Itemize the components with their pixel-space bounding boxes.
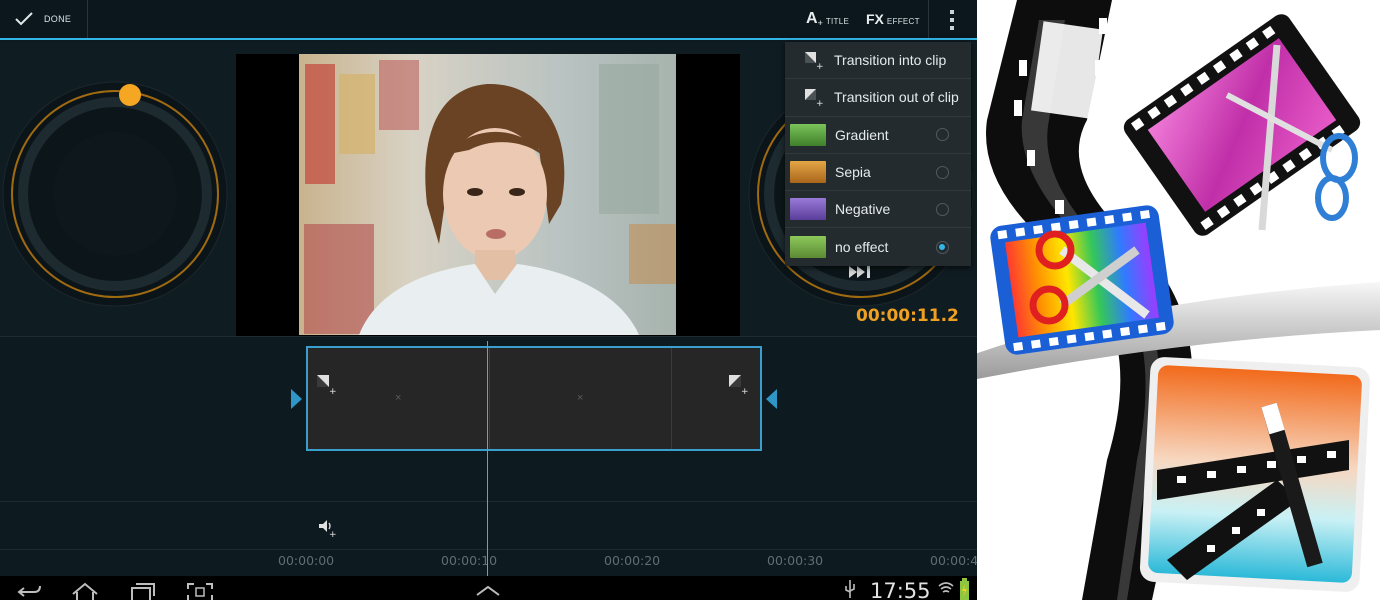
sepia-thumbnail-icon <box>790 161 826 184</box>
time-tick-label: 00:00:20 <box>604 553 661 568</box>
screenshot-collage: DONE A + TITLE FX EFFECT 00:00:11.2 + Tr… <box>0 0 1380 600</box>
video-clip-track[interactable]: + × × + <box>306 346 762 451</box>
no-effect-thumbnail-icon <box>790 236 826 259</box>
menu-item-label: Transition into clip <box>834 52 947 69</box>
usb-icon <box>845 580 855 598</box>
film-wand-icon <box>1139 357 1370 592</box>
timecode-display: 00:00:11.2 <box>856 306 959 326</box>
transition-in-icon: + <box>805 52 823 70</box>
chevron-up-icon[interactable] <box>474 584 502 596</box>
svg-text:+: + <box>329 530 337 537</box>
done-label: DONE <box>44 14 72 24</box>
track-divider <box>0 501 977 502</box>
time-tick-label: 00:00:10 <box>441 553 498 568</box>
timeline: + × × + + 00:00:00 00:00:10 00:00:20 00:… <box>0 336 977 581</box>
svg-text:+: + <box>329 387 337 395</box>
fx-glyph-icon: FX <box>866 11 884 27</box>
negative-thumbnail-icon <box>790 198 826 221</box>
radio-button[interactable] <box>936 202 949 216</box>
radio-button-selected[interactable] <box>936 240 949 254</box>
clip-divider <box>489 348 490 449</box>
video-editing-clipart <box>977 0 1380 600</box>
menu-item-gradient[interactable]: Gradient <box>785 117 971 154</box>
add-title-button[interactable]: A + TITLE <box>806 0 849 38</box>
film-scissors-icon-rainbow <box>990 205 1174 355</box>
wifi-icon <box>938 582 954 593</box>
gradient-thumbnail-icon <box>790 123 826 146</box>
time-tick-label: 00:00:30 <box>767 553 824 568</box>
time-tick-label: 00:00:4 <box>930 553 977 568</box>
home-icon[interactable] <box>70 582 100 600</box>
radio-button[interactable] <box>936 165 949 179</box>
title-glyph-icon: A <box>806 10 818 27</box>
checkmark-icon <box>15 12 33 26</box>
plus-icon: + <box>817 18 823 28</box>
trim-handle-left[interactable] <box>291 389 302 409</box>
jog-knob <box>119 84 141 106</box>
time-ruler <box>0 549 977 550</box>
playhead[interactable] <box>487 341 488 581</box>
menu-item-negative[interactable]: Negative <box>785 191 971 229</box>
menu-item-label: no effect <box>835 239 889 256</box>
svg-text:+: + <box>816 62 823 70</box>
title-label: TITLE <box>825 16 850 26</box>
transition-out-icon[interactable]: + <box>728 373 750 395</box>
time-tick-label: 00:00:00 <box>278 553 335 568</box>
transition-out-icon: + <box>805 89 823 107</box>
effect-button[interactable]: FX EFFECT <box>866 0 929 38</box>
done-button[interactable]: DONE <box>10 0 88 38</box>
battery-icon <box>960 578 969 600</box>
menu-item-label: Sepia <box>835 164 871 181</box>
screenshot-icon[interactable] <box>186 582 216 600</box>
menu-item-transition-into-clip[interactable]: + Transition into clip <box>785 42 971 80</box>
trim-handle-right[interactable] <box>766 389 777 409</box>
video-editor-screen: DONE A + TITLE FX EFFECT 00:00:11.2 + Tr… <box>0 0 977 600</box>
radio-button[interactable] <box>936 128 949 142</box>
system-navigation-bar: 17:55 <box>0 576 977 600</box>
overflow-menu-icon[interactable] <box>946 10 958 30</box>
effect-label: EFFECT <box>886 16 920 26</box>
action-bar: DONE A + TITLE FX EFFECT <box>0 0 977 40</box>
menu-item-transition-out-of-clip[interactable]: + Transition out of clip <box>785 79 971 117</box>
menu-item-label: Transition out of clip <box>834 89 959 106</box>
menu-item-no-effect[interactable]: no effect <box>785 229 971 266</box>
video-thumbnail-image <box>299 54 676 335</box>
clip-frame-marker: × <box>395 392 402 404</box>
film-scissors-icon-pink <box>1123 14 1361 236</box>
jog-dial-left[interactable] <box>2 79 232 309</box>
back-icon[interactable] <box>16 582 44 600</box>
status-clock: 17:55 <box>870 579 931 600</box>
menu-item-label: Gradient <box>835 126 889 143</box>
svg-text:+: + <box>816 99 823 107</box>
menu-item-sepia[interactable]: Sepia <box>785 154 971 192</box>
clip-frame-marker: × <box>577 392 584 404</box>
effect-dropdown-menu: + Transition into clip + Transition out … <box>785 42 971 266</box>
add-audio-icon[interactable]: + <box>318 517 338 537</box>
clip-divider <box>671 348 672 449</box>
menu-item-label: Negative <box>835 201 891 218</box>
svg-text:+: + <box>741 387 749 395</box>
recent-apps-icon[interactable] <box>128 582 158 600</box>
fast-forward-icon[interactable] <box>848 264 874 280</box>
transition-in-icon[interactable]: + <box>316 373 338 395</box>
